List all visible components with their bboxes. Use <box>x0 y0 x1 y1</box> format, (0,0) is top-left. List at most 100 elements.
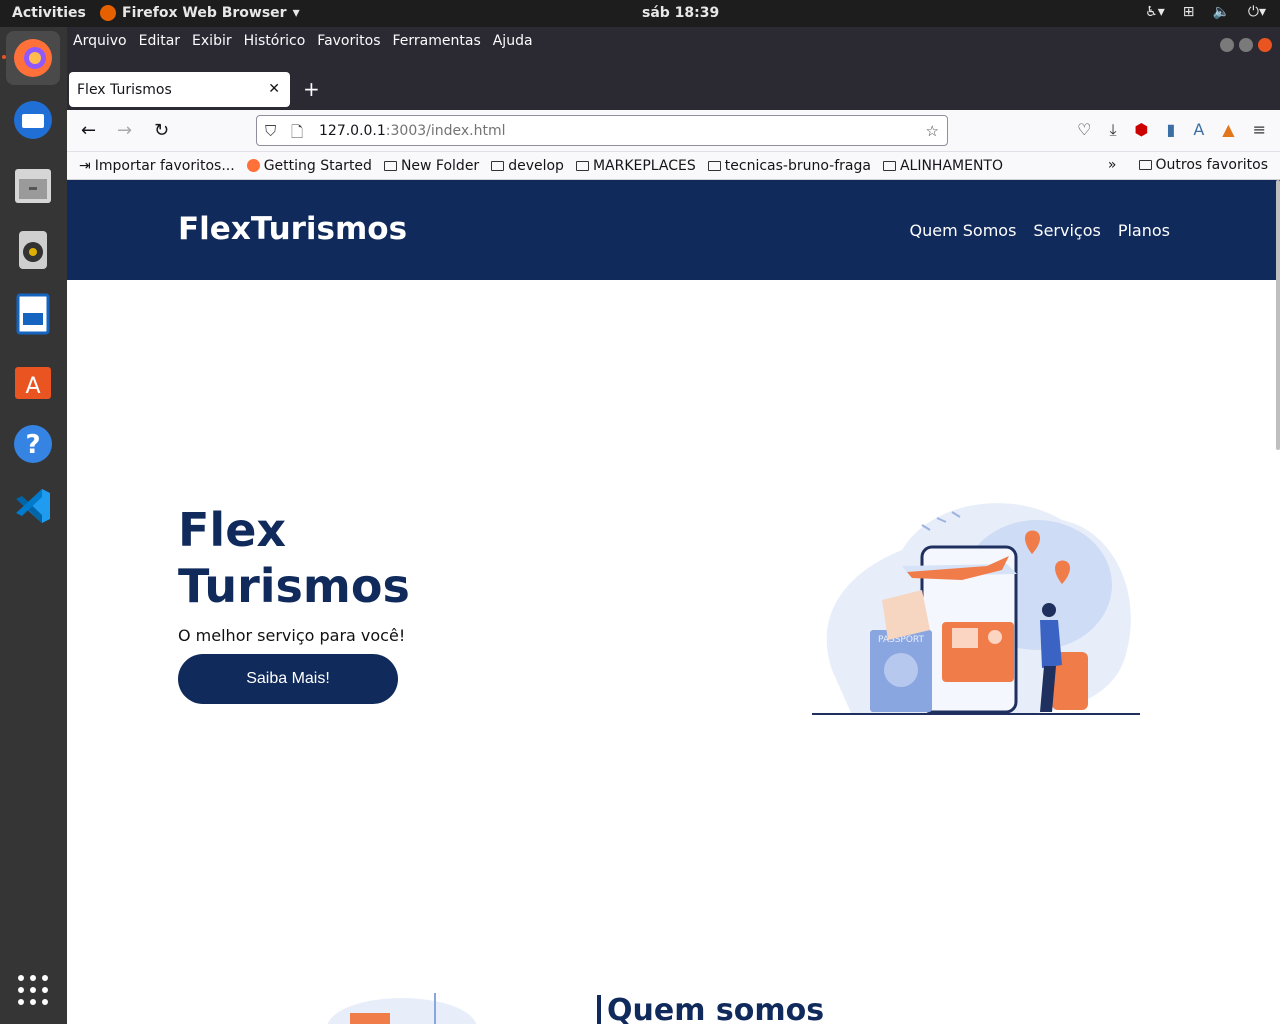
volume-icon[interactable]: 🔈 <box>1212 4 1229 20</box>
dock-writer[interactable] <box>6 287 60 341</box>
url-bar[interactable]: ⛉ 🗋 127.0.0.1:3003/index.html ☆ <box>256 115 948 146</box>
bookmark-folder-markeplaces[interactable]: MARKEPLACES <box>575 157 696 174</box>
clock[interactable]: sáb 18:39 <box>642 5 719 21</box>
dock-rhythmbox[interactable] <box>6 223 60 277</box>
power-icon[interactable]: ⏻▾ <box>1248 4 1266 20</box>
nav-servicos[interactable]: Serviços <box>1033 221 1100 240</box>
dock-files[interactable] <box>6 159 60 213</box>
thunderbird-icon <box>14 101 52 139</box>
url-host: 127.0.0.1 <box>319 123 386 139</box>
site-header: FlexTurismos Quem Somos Serviços Planos <box>67 180 1280 280</box>
software-icon: A <box>15 367 51 399</box>
downloads-icon[interactable]: ⤓ <box>1109 120 1116 140</box>
bookmark-label: tecnicas-bruno-fraga <box>724 157 871 174</box>
hero-title-line2: Turismos <box>178 559 410 613</box>
dock-vscode[interactable] <box>6 479 60 533</box>
tab-flex-turismos[interactable]: Flex Turismos ✕ <box>69 72 290 107</box>
extension-icon[interactable]: ▮ <box>1167 120 1176 140</box>
close-window-button[interactable] <box>1258 38 1272 52</box>
new-tab-button[interactable]: + <box>303 77 320 101</box>
reload-button[interactable]: ↻ <box>154 120 169 141</box>
nav-planos[interactable]: Planos <box>1118 221 1170 240</box>
bookmark-label: New Folder <box>400 157 480 174</box>
app-menu[interactable]: Firefox Web Browser ▾ <box>100 5 300 21</box>
system-top-bar: Activities Firefox Web Browser ▾ sáb 18:… <box>0 0 1280 27</box>
bookmark-folder-tecnicas[interactable]: tecnicas-bruno-fraga <box>707 157 871 174</box>
dock-firefox[interactable] <box>6 31 60 85</box>
close-tab-icon[interactable]: ✕ <box>268 81 280 97</box>
bookmarks-right: » Outros favoritos <box>1108 157 1268 173</box>
system-tray[interactable]: ♿▾ ⊞ 🔈 ⏻▾ <box>1145 4 1266 20</box>
app-menu-label: Firefox Web Browser <box>122 5 287 21</box>
import-icon: ⇥ <box>79 157 91 174</box>
menu-editar[interactable]: Editar <box>139 33 180 49</box>
menu-historico[interactable]: Histórico <box>244 33 306 49</box>
overflow-chevron-icon[interactable]: » <box>1108 157 1117 173</box>
window-controls <box>1220 38 1272 52</box>
folder-icon <box>1138 160 1152 170</box>
dock-software[interactable]: A <box>6 353 60 407</box>
activities-button[interactable]: Activities <box>12 5 86 21</box>
speaker-icon <box>19 231 47 269</box>
firefox-icon <box>14 39 52 77</box>
accessibility-icon[interactable]: ♿▾ <box>1145 4 1165 20</box>
menu-ferramentas[interactable]: Ferramentas <box>393 33 481 49</box>
menu-bar: Arquivo Editar Exibir Histórico Favorito… <box>67 27 1280 55</box>
nav-quem-somos[interactable]: Quem Somos <box>910 221 1017 240</box>
hero-subtitle: O melhor serviço para você! <box>178 626 406 645</box>
bookmark-label: develop <box>508 157 564 174</box>
page-info-icon[interactable]: 🗋 <box>291 122 303 147</box>
bookmark-folder-develop[interactable]: develop <box>491 158 564 174</box>
bookmark-label: Getting Started <box>263 157 372 174</box>
menu-exibir[interactable]: Exibir <box>192 33 232 49</box>
maximize-button[interactable] <box>1239 38 1253 52</box>
menu-ajuda[interactable]: Ajuda <box>493 33 533 49</box>
menu-favoritos[interactable]: Favoritos <box>317 33 380 49</box>
browser-window: Arquivo Editar Exibir Histórico Favorito… <box>67 27 1280 1024</box>
bookmark-folder-alinhamento[interactable]: ALINHAMENTO <box>882 157 1004 174</box>
minimize-button[interactable] <box>1220 38 1234 52</box>
tab-bar: Flex Turismos ✕ + <box>67 55 1280 110</box>
bookmark-import[interactable]: ⇥ Importar favoritos... <box>79 158 235 174</box>
chevron-down-icon: ▾ <box>292 5 300 21</box>
bookmark-folder-outros[interactable]: Outros favoritos <box>1138 157 1269 173</box>
site-logo[interactable]: FlexTurismos <box>178 211 407 247</box>
folder-icon <box>882 160 896 171</box>
bookmark-folder-new-folder[interactable]: New Folder <box>383 157 480 174</box>
about-title: Quem somos <box>597 995 824 1024</box>
dock-help[interactable]: ? <box>6 417 60 471</box>
saiba-mais-button[interactable]: Saiba Mais! <box>178 654 398 704</box>
web-page: FlexTurismos Quem Somos Serviços Planos … <box>67 180 1280 1024</box>
folder-icon <box>491 160 505 171</box>
bookmark-label: MARKEPLACES <box>592 157 696 174</box>
folder-icon <box>575 160 589 171</box>
hamburger-menu-icon[interactable]: ≡ <box>1253 120 1266 140</box>
forward-button[interactable]: → <box>117 120 132 141</box>
back-button[interactable]: ← <box>81 120 96 141</box>
bookmark-star-icon[interactable]: ☆ <box>926 122 939 140</box>
vscode-icon <box>16 489 50 523</box>
url-path: :3003/index.html <box>385 123 506 139</box>
dock: A ? <box>0 27 67 1024</box>
ublock-icon[interactable]: ⬢ <box>1135 120 1149 140</box>
menu-arquivo[interactable]: Arquivo <box>73 33 127 49</box>
shield-icon[interactable]: ⛉ <box>265 122 276 140</box>
tab-title: Flex Turismos <box>77 82 172 98</box>
help-icon: ? <box>14 425 52 463</box>
svg-text:?: ? <box>25 430 40 460</box>
bookmark-label: ALINHAMENTO <box>899 157 1004 174</box>
network-icon[interactable]: ⊞ <box>1183 4 1195 20</box>
dock-thunderbird[interactable] <box>6 93 60 147</box>
writer-icon <box>16 293 50 335</box>
hero-title: Flex Turismos <box>178 502 478 614</box>
bookmark-label: Outros favoritos <box>1155 157 1269 173</box>
translate-icon[interactable]: A <box>1193 120 1204 140</box>
metamask-icon[interactable]: ▲ <box>1222 120 1234 140</box>
show-apps-button[interactable] <box>18 975 48 1005</box>
travel-illustration: PASSPORT <box>812 503 1140 715</box>
pocket-icon[interactable]: ♡ <box>1077 120 1091 140</box>
bookmark-getting-started[interactable]: Getting Started <box>246 157 372 174</box>
hero-title-line1: Flex <box>178 503 287 557</box>
bookmark-label: Importar favoritos... <box>94 157 235 174</box>
page-scrollbar[interactable] <box>1276 180 1280 450</box>
